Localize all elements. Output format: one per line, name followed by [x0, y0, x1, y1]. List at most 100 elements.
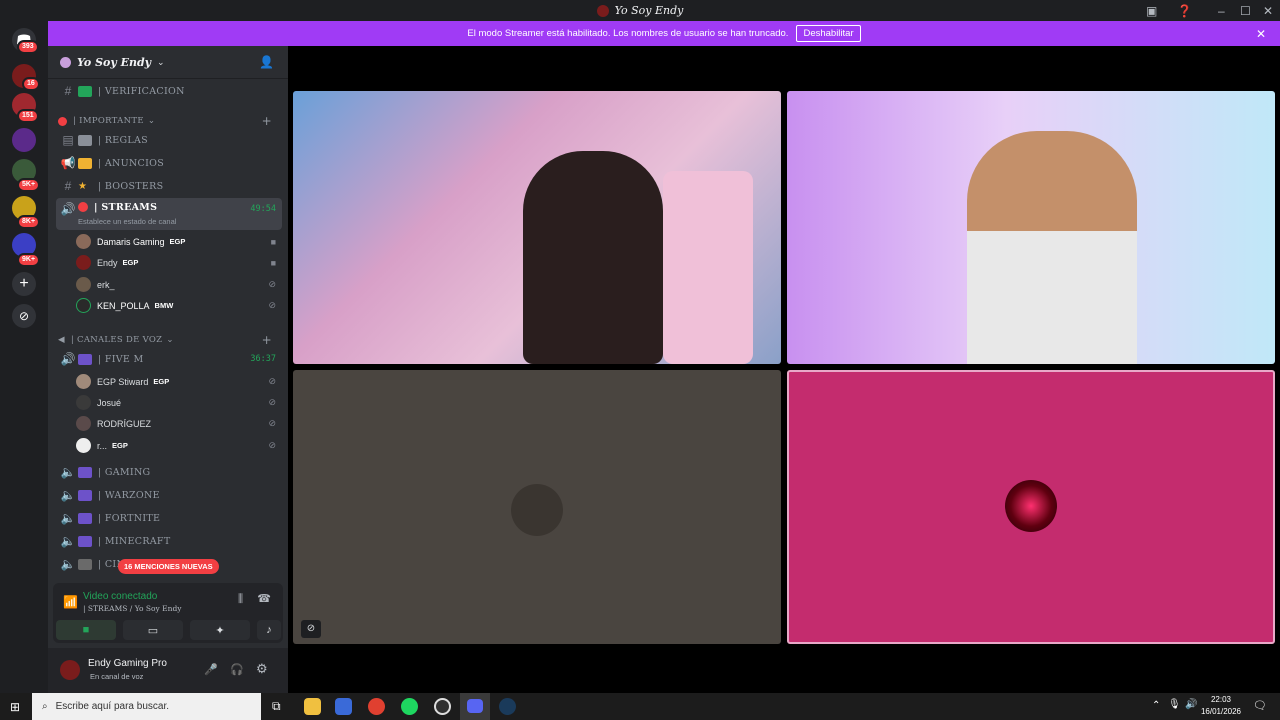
explore-icon[interactable]: ⊘ — [12, 304, 36, 328]
mic-muted-icon: ⊘ — [268, 397, 276, 407]
voice-user[interactable]: erk_ ⊘ — [76, 274, 282, 295]
bell-emoji-icon — [78, 157, 92, 169]
category-emoji-icon — [58, 116, 67, 126]
clock-time[interactable]: 22:03 — [1200, 695, 1242, 704]
minimize-button[interactable]: – — [1218, 0, 1225, 21]
speaker-icon: 🔈 — [60, 488, 76, 502]
voice-user[interactable]: EGP Stiward EGP ⊘ — [76, 371, 282, 392]
streams-timer: 49:54 — [250, 204, 276, 214]
settings-gear-icon[interactable]: ⚙ — [256, 661, 268, 677]
channel-boosters[interactable]: # ★ | BOOSTERS — [56, 175, 282, 197]
help-icon[interactable]: ❓ — [1177, 0, 1192, 21]
search-icon: ⌕ — [42, 701, 48, 712]
tray-chevron-icon[interactable]: ⌃ — [1152, 700, 1160, 711]
new-mentions-pill[interactable]: 16 MENCIONES NUEVAS — [118, 559, 219, 574]
steam-icon[interactable] — [499, 698, 516, 715]
channel-verificacion[interactable]: # | VERIFICACION — [56, 80, 282, 102]
headphones-icon[interactable]: 🎧 — [230, 663, 244, 676]
voice-user[interactable]: Josué ⊘ — [76, 392, 282, 413]
mic-muted-icon: ⊘ — [301, 620, 321, 638]
channel-status[interactable]: Establece un estado de canal — [78, 217, 176, 226]
channel-fortnite[interactable]: 🔈 | FORTNITE — [56, 507, 282, 529]
add-server-icon[interactable]: + — [12, 272, 36, 296]
channel-emoji-icon — [78, 466, 92, 478]
server-logo-icon — [60, 56, 71, 68]
mic-muted-icon: ⊘ — [268, 418, 276, 428]
disconnect-icon[interactable]: ☎ — [257, 592, 271, 605]
activities-button[interactable]: ✦ — [190, 620, 250, 640]
server-icon[interactable] — [12, 128, 36, 152]
speaker-icon: 🔈 — [60, 534, 76, 548]
windows-start-icon[interactable]: ⊞ — [10, 700, 20, 714]
avatar — [76, 234, 91, 249]
server-header[interactable]: Yo Soy Endy ⌄ 👤 — [48, 46, 288, 79]
voice-channel[interactable]: | STREAMS / Yo Soy Endy — [83, 604, 182, 613]
voice-user[interactable]: KEN_POLLA BMW ⊘ — [76, 295, 282, 316]
camera-button[interactable]: ■ — [56, 620, 116, 640]
soundboard-button[interactable]: ♪ — [257, 620, 281, 640]
avatar[interactable] — [60, 660, 80, 680]
avatar — [76, 395, 91, 410]
speaker-icon: 🔊 — [60, 202, 76, 216]
close-banner-icon[interactable]: ✕ — [1256, 27, 1266, 41]
voice-user[interactable]: RODRÍGUEZ ⊘ — [76, 413, 282, 434]
add-member-icon[interactable]: 👤 — [259, 55, 274, 69]
channel-streams[interactable]: 🔊 | STREAMS 49:54 Establece un estado de … — [56, 198, 282, 230]
spotify-icon[interactable] — [401, 698, 418, 715]
channel-anuncios[interactable]: 📢 | ANUNCIOS — [56, 152, 282, 174]
server-rail: 393 16 151 5K+ 8K+ 9K+ + ⊘ — [0, 21, 48, 693]
voice-user[interactable]: Damaris Gaming EGP ■ — [76, 231, 282, 252]
voice-user[interactable]: r... EGP ⊘ — [76, 435, 282, 456]
channel-warzone[interactable]: 🔈 | WARZONE — [56, 484, 282, 506]
voice-user[interactable]: Endy EGP ■ — [76, 252, 282, 273]
channel-minecraft[interactable]: 🔈 | MINECRAFT — [56, 530, 282, 552]
screen-share-button[interactable]: ▭ — [123, 620, 183, 640]
video-tile-avatar[interactable]: ⊘ — [293, 370, 781, 644]
maximize-button[interactable]: ☐ — [1240, 0, 1251, 21]
channel-emoji-icon — [78, 535, 92, 547]
task-view-icon[interactable]: ⧉ — [272, 699, 281, 714]
window-titlebar: Yo Soy Endy ▣ ❓ – ☐ ✕ — [0, 0, 1280, 21]
video-tile-damaris[interactable] — [293, 91, 781, 364]
signal-icon[interactable]: 📶 — [63, 595, 78, 609]
add-channel-icon[interactable]: + — [262, 114, 272, 128]
chrome-icon[interactable] — [368, 698, 385, 715]
channel-reglas[interactable]: ▤ | REGLAS — [56, 129, 282, 151]
video-tile-endy[interactable] — [787, 91, 1275, 364]
inbox-icon[interactable]: ▣ — [1146, 0, 1157, 21]
close-button[interactable]: ✕ — [1263, 0, 1273, 21]
disable-streamer-button[interactable]: Deshabilitar — [796, 25, 861, 42]
chevron-down-icon: ⌄ — [147, 116, 156, 126]
app-icon[interactable] — [434, 698, 451, 715]
channel-gaming[interactable]: 🔈 | GAMING — [56, 461, 282, 483]
search-placeholder: Escribe aquí para buscar. — [55, 701, 170, 712]
mic-muted-icon: ⊘ — [268, 279, 276, 289]
video-tile-pink[interactable] — [787, 370, 1275, 644]
user-name: Endy Gaming Pro — [88, 658, 167, 669]
file-explorer-icon[interactable] — [304, 698, 321, 715]
discord-taskbar-button[interactable] — [460, 693, 490, 720]
add-channel-icon[interactable]: + — [262, 333, 272, 347]
channel-emoji-icon — [78, 353, 92, 365]
category-importante[interactable]: | IMPORTANTE ⌄ + — [58, 113, 282, 129]
avatar — [1005, 480, 1057, 532]
store-icon[interactable] — [335, 698, 352, 715]
star-emoji-icon: ★ — [78, 180, 87, 192]
mic-muted-icon: ⊘ — [268, 300, 276, 310]
fivem-timer: 36:37 — [250, 354, 276, 364]
category-canales-de-voz[interactable]: ◀ | CANALES DE VOZ ⌄ + — [58, 332, 282, 348]
avatar — [76, 277, 91, 292]
taskbar-search[interactable]: ⌕ Escribe aquí para buscar. — [32, 693, 261, 720]
channel-fivem[interactable]: 🔊 | FIVE M 36:37 — [56, 348, 282, 370]
mic-muted-icon: ⊘ — [268, 376, 276, 386]
mic-muted-icon: ⊘ — [268, 440, 276, 450]
noise-suppression-icon[interactable]: ⫼ — [238, 593, 243, 606]
mic-tray-icon[interactable]: 🎙 — [1168, 699, 1181, 710]
clock-date[interactable]: 16/01/2026 — [1200, 707, 1242, 716]
server-badge: 16 — [22, 77, 40, 91]
volume-icon[interactable]: 🔊 — [1185, 699, 1197, 710]
notifications-icon[interactable]: 🗨 — [1253, 699, 1267, 712]
avatar — [511, 484, 563, 536]
microphone-icon[interactable]: 🎤 — [204, 663, 218, 676]
user-panel: Endy Gaming Pro En canal de voz 🎤 🎧 ⚙ — [48, 648, 288, 693]
